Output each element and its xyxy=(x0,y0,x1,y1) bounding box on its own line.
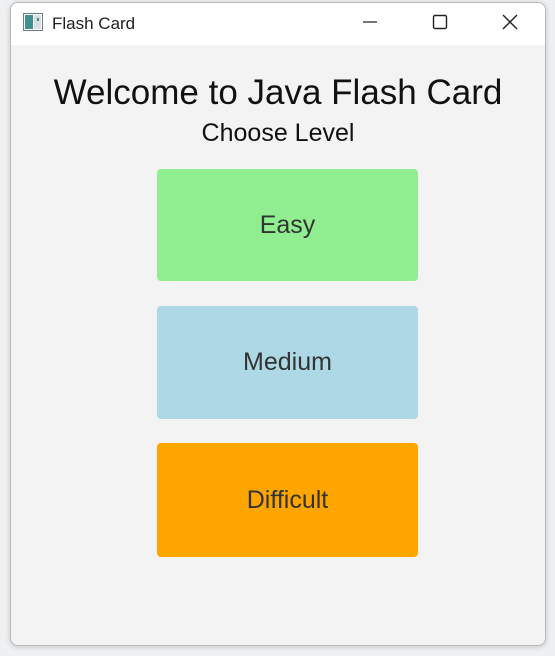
maximize-button[interactable] xyxy=(405,3,475,45)
window-title: Flash Card xyxy=(52,14,136,33)
minimize-button[interactable] xyxy=(335,3,405,45)
close-icon xyxy=(501,13,519,36)
page-title: Welcome to Java Flash Card xyxy=(53,73,503,112)
title-bar[interactable]: Flash Card xyxy=(11,3,545,45)
medium-level-button[interactable]: Medium xyxy=(157,306,418,419)
difficult-level-button[interactable]: Difficult xyxy=(157,443,418,557)
maximize-icon xyxy=(432,14,448,35)
close-button[interactable] xyxy=(475,3,545,45)
app-window-icon xyxy=(23,13,43,31)
easy-level-button[interactable]: Easy xyxy=(157,169,418,281)
main-content: Welcome to Java Flash Card Choose Level … xyxy=(11,45,545,645)
minimize-icon xyxy=(362,14,378,35)
page-subtitle: Choose Level xyxy=(201,119,355,147)
app-window: Flash Card Welcome to Java Flash Card Ch… xyxy=(10,2,546,646)
